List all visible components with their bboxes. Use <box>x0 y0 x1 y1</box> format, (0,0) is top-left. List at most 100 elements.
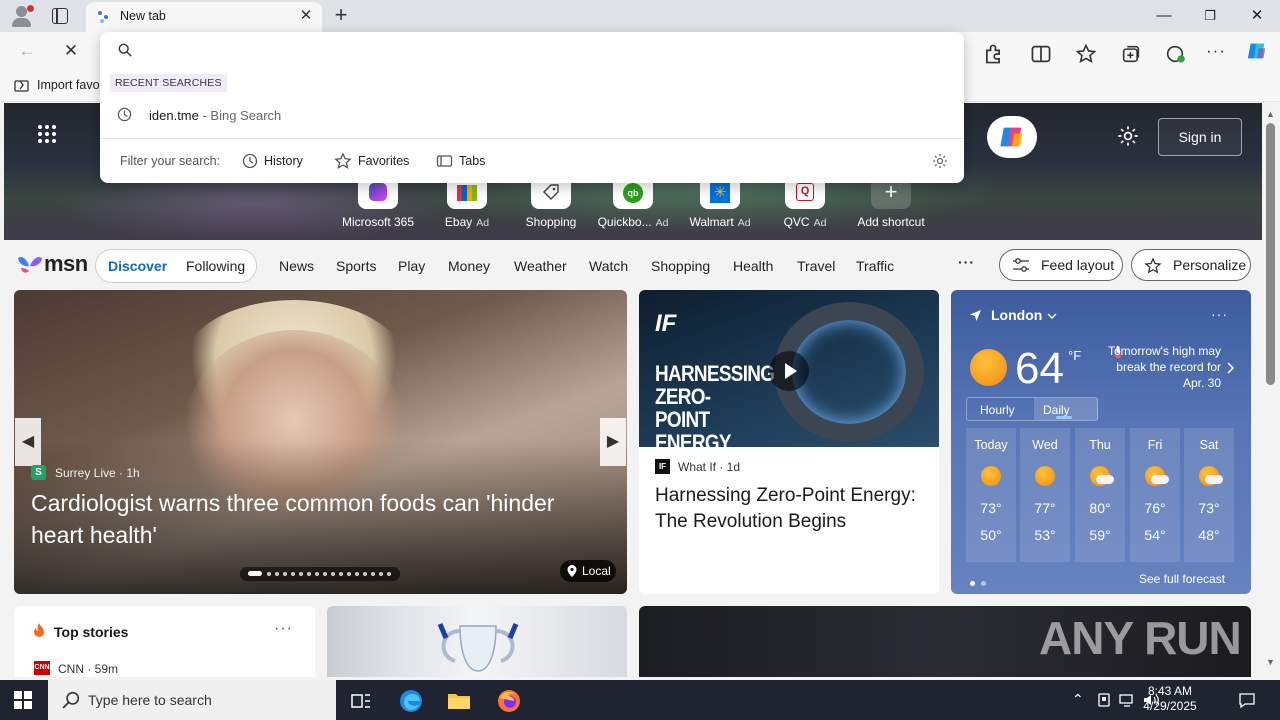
forecast-day[interactable]: Wed 77° 53° <box>1020 428 1070 562</box>
app-launcher-icon[interactable] <box>38 125 58 145</box>
mode-daily[interactable]: Daily <box>1034 398 1098 420</box>
shortcut-quickbooks[interactable]: qb Quickbo... Ad <box>593 181 673 229</box>
article-headline[interactable]: Cardiologist warns three common foods ca… <box>31 487 611 551</box>
stop-loading-icon[interactable]: ✕ <box>60 40 82 62</box>
nav-play[interactable]: Play <box>398 258 425 274</box>
tray-overflow-icon[interactable]: ⌃ <box>1072 691 1084 708</box>
mode-hourly[interactable]: Hourly <box>980 403 1015 417</box>
browser-essentials-icon[interactable] <box>1164 43 1186 65</box>
collections-icon[interactable] <box>1120 43 1142 65</box>
nav-travel[interactable]: Travel <box>797 258 835 274</box>
notifications-icon[interactable] <box>1238 691 1256 709</box>
network-icon[interactable] <box>1118 692 1136 708</box>
quickbooks-icon: qb <box>613 181 653 209</box>
weather-more-icon[interactable]: ··· <box>1211 306 1228 322</box>
close-tab-icon[interactable]: ✕ <box>298 8 314 24</box>
split-screen-icon[interactable] <box>1030 43 1052 65</box>
dark-article-card[interactable]: ANY RUN <box>639 606 1251 677</box>
nav-more[interactable]: ··· <box>958 254 975 270</box>
page-settings-icon[interactable] <box>1117 125 1139 147</box>
window-close-icon[interactable]: ✕ <box>1247 6 1267 26</box>
extensions-icon[interactable] <box>982 43 1004 65</box>
temperature-unit[interactable]: °F <box>1068 348 1081 363</box>
shortcut-microsoft-365[interactable]: Microsoft 365 <box>338 181 418 229</box>
chevron-right-icon[interactable] <box>1227 362 1235 374</box>
forecast-day[interactable]: Sat 73° 48° <box>1184 428 1234 562</box>
carousel-indicator[interactable] <box>240 567 400 581</box>
gear-icon[interactable] <box>932 153 948 169</box>
feed-layout-button[interactable]: Feed layout <box>999 249 1123 281</box>
new-tab-button[interactable]: + <box>330 4 352 26</box>
weather-pager[interactable] <box>970 574 992 589</box>
sign-in-button[interactable]: Sign in <box>1158 118 1242 156</box>
chevron-down-icon[interactable] <box>1047 313 1057 320</box>
tab-new-tab[interactable]: New tab ✕ <box>86 2 322 32</box>
personalize-button[interactable]: Personalize <box>1131 249 1251 281</box>
shortcut-ebay[interactable]: Ebay Ad <box>427 181 507 229</box>
nav-money[interactable]: Money <box>448 258 490 274</box>
nav-health[interactable]: Health <box>733 258 773 274</box>
nav-shopping[interactable]: Shopping <box>651 258 710 274</box>
taskbar-search-placeholder: Type here to search <box>88 692 212 708</box>
scroll-thumb[interactable] <box>1266 123 1275 385</box>
tab-title: New tab <box>120 9 166 23</box>
local-badge[interactable]: Local <box>560 560 616 582</box>
copilot-button[interactable] <box>987 116 1037 158</box>
play-icon[interactable] <box>769 351 809 391</box>
back-icon[interactable]: ← <box>16 40 38 62</box>
carousel-prev-button[interactable]: ◀ <box>15 418 41 466</box>
see-full-forecast-link[interactable]: See full forecast <box>1139 572 1225 586</box>
weather-location[interactable]: London <box>991 307 1042 323</box>
filter-favorites[interactable]: Favorites <box>334 152 409 169</box>
nav-sports[interactable]: Sports <box>336 258 376 274</box>
carousel-next-button[interactable]: ▶ <box>600 418 626 466</box>
tab-following[interactable]: Following <box>186 258 245 274</box>
favorites-icon[interactable] <box>1075 43 1097 65</box>
import-favorites-link[interactable]: Import favo <box>37 78 100 92</box>
feature-article-card[interactable]: ◀ ▶ S Surrey Live · 1h Cardiologist warn… <box>14 290 627 594</box>
minimize-icon[interactable]: — <box>1154 6 1174 26</box>
device-icon[interactable] <box>1096 692 1112 708</box>
nav-traffic[interactable]: Traffic <box>856 258 894 274</box>
nav-watch[interactable]: Watch <box>589 258 628 274</box>
scroll-up-icon[interactable]: ▲ <box>1266 109 1275 119</box>
shortcut-shopping[interactable]: Shopping <box>511 181 591 229</box>
shortcut-qvc[interactable]: Q QVC Ad <box>765 181 845 229</box>
shortcut-add[interactable]: + Add shortcut <box>851 179 931 229</box>
settings-more-icon[interactable]: ··· <box>1205 40 1227 62</box>
edge-taskbar-icon[interactable] <box>398 688 424 714</box>
top-stories-more-icon[interactable]: ··· <box>274 620 293 638</box>
video-thumbnail[interactable]: IF HARNESSING ZERO-POINT ENERGY <box>639 290 939 454</box>
tab-discover[interactable]: Discover <box>108 258 167 274</box>
address-input[interactable] <box>142 38 942 64</box>
msn-logo[interactable]: msn <box>16 250 88 278</box>
taskbar-search-box[interactable]: Type here to search <box>48 680 336 720</box>
article-headline[interactable]: Harnessing Zero-Point Energy: The Revolu… <box>655 483 925 535</box>
trophy-article-card[interactable] <box>327 606 627 677</box>
tab-actions-icon[interactable] <box>52 8 68 24</box>
firefox-icon[interactable] <box>496 688 522 714</box>
forecast-day[interactable]: Fri 76° 54° <box>1130 428 1180 562</box>
nav-news[interactable]: News <box>279 258 314 274</box>
restore-icon[interactable]: ❐ <box>1200 6 1220 26</box>
filter-tabs[interactable]: Tabs <box>436 153 485 169</box>
profile-icon[interactable] <box>8 4 36 28</box>
weather-card[interactable]: London ··· 64 °F Tomorrow's high may bre… <box>951 290 1251 594</box>
file-explorer-icon[interactable] <box>446 688 472 714</box>
page-scrollbar[interactable]: ▲ ▼ <box>1262 103 1280 677</box>
task-view-icon[interactable] <box>348 688 374 714</box>
top-stories-title: Top stories <box>54 624 129 640</box>
recent-search-item[interactable]: iden.tme - Bing Search <box>100 102 964 128</box>
scroll-down-icon[interactable]: ▼ <box>1266 657 1275 667</box>
forecast-day[interactable]: Today 73° 50° <box>966 428 1016 562</box>
nav-weather[interactable]: Weather <box>514 258 567 274</box>
forecast-day[interactable]: Thu 80° 59° <box>1075 428 1125 562</box>
shortcut-walmart[interactable]: ✳ Walmart Ad <box>680 181 760 229</box>
windows-start-icon[interactable] <box>14 691 32 709</box>
weather-alert-note[interactable]: Tomorrow's high may break the record for… <box>1099 343 1221 391</box>
system-clock[interactable]: 8:43 AM 4/29/2025 <box>1140 684 1200 714</box>
copilot-icon <box>1000 127 1023 147</box>
filter-history[interactable]: History <box>242 153 303 169</box>
video-article-card[interactable]: IF HARNESSING ZERO-POINT ENERGY IF What … <box>639 290 939 594</box>
copilot-icon[interactable] <box>1246 40 1268 62</box>
